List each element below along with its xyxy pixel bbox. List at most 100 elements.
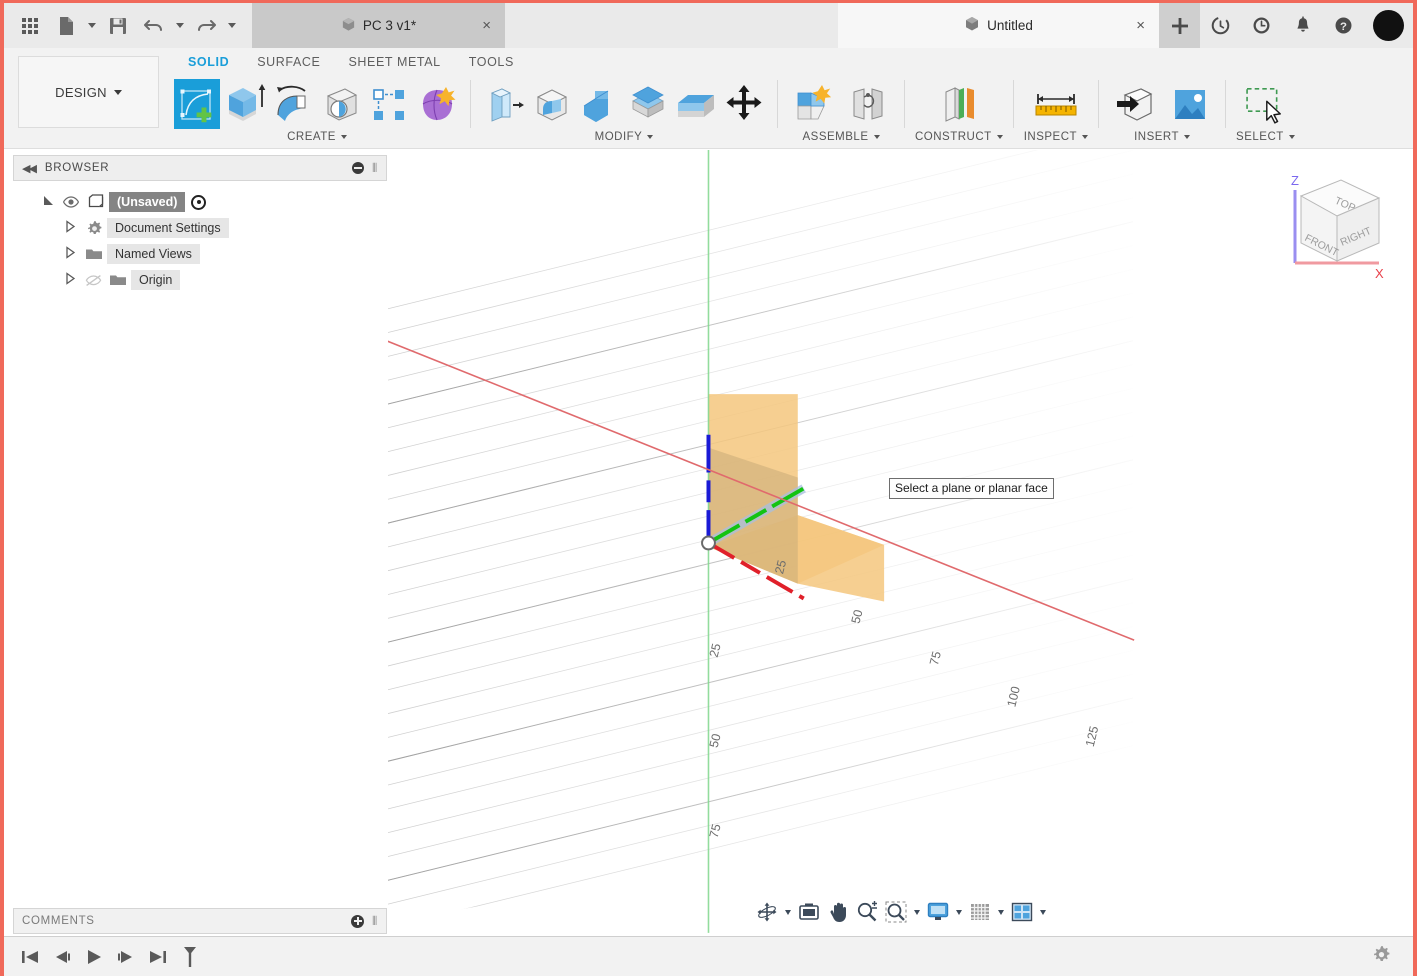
tree-node-label: Origin [131, 270, 181, 290]
window-selection-icon[interactable] [1239, 79, 1291, 129]
fit-icon[interactable] [882, 898, 910, 926]
tab-surface[interactable]: SURFACE [243, 51, 334, 73]
panel-grip[interactable]: ⦀ [372, 914, 378, 929]
fit-dropdown[interactable] [911, 898, 923, 926]
redo-icon[interactable] [188, 3, 224, 48]
pan-icon[interactable] [824, 898, 852, 926]
combine-icon[interactable] [625, 79, 671, 129]
viewcube-z-label: Z [1291, 173, 1299, 188]
fillet-icon[interactable] [529, 79, 575, 129]
activate-component-radio[interactable] [191, 194, 207, 210]
recent-activity-icon[interactable] [1241, 3, 1282, 48]
display-settings-icon[interactable] [924, 898, 952, 926]
tree-node-document-settings[interactable]: Document Settings [13, 215, 387, 241]
save-icon[interactable] [100, 3, 136, 48]
look-at-icon[interactable] [795, 898, 823, 926]
shell-icon[interactable] [577, 79, 623, 129]
panel-inspect: INSPECT [1020, 76, 1092, 148]
comments-header[interactable]: COMMENTS ⦀ [13, 908, 387, 934]
new-document-dropdown[interactable] [84, 3, 100, 48]
expander-triangle-icon[interactable] [59, 220, 81, 236]
close-icon[interactable]: × [1136, 17, 1145, 34]
tree-node-named-views[interactable]: Named Views [13, 241, 387, 267]
pattern-icon[interactable] [366, 79, 412, 129]
tree-node-origin[interactable]: Origin [13, 267, 387, 293]
step-forward-icon[interactable] [110, 940, 142, 974]
view-cube[interactable]: Z X TOP FRONT RIGHT [1271, 168, 1391, 283]
expander-triangle-icon[interactable] [37, 194, 59, 210]
tab-sheet-metal[interactable]: SHEET METAL [334, 51, 454, 73]
decal-icon[interactable] [1163, 79, 1215, 129]
fusion360-window: PC 3 v1* × Untitled × ? DESIGN SOLID SUR… [0, 0, 1417, 976]
close-icon[interactable]: × [482, 17, 491, 34]
tab-tools[interactable]: TOOLS [455, 51, 528, 73]
panel-insert: INSERT [1105, 76, 1219, 148]
job-status-icon[interactable] [1200, 3, 1241, 48]
browser-header: ◀◀ BROWSER ⦀ [13, 155, 387, 181]
new-tab-button[interactable] [1159, 3, 1200, 48]
create-sketch-icon[interactable] [174, 79, 220, 129]
workspace-selector[interactable]: DESIGN [18, 56, 159, 128]
insert-derive-icon[interactable] [1109, 79, 1161, 129]
tree-node-label: (Unsaved) [109, 192, 186, 212]
minimize-icon[interactable] [352, 162, 365, 174]
quick-access-toolbar [4, 3, 240, 48]
measure-icon[interactable] [1030, 79, 1082, 129]
panel-assemble-label[interactable]: ASSEMBLE [803, 131, 880, 143]
panel-modify-label[interactable]: MODIFY [595, 131, 654, 143]
redo-dropdown[interactable] [224, 3, 240, 48]
form-icon[interactable] [414, 79, 460, 129]
panel-grip[interactable]: ⦀ [372, 161, 378, 176]
panel-create-title: CREATE [287, 131, 336, 143]
offset-plane-icon[interactable] [933, 79, 985, 129]
timeline-settings-gear-icon[interactable] [1372, 945, 1391, 969]
add-comment-icon[interactable] [351, 914, 365, 928]
panel-inspect-label[interactable]: INSPECT [1024, 131, 1089, 143]
grid-apps-icon[interactable] [12, 3, 48, 48]
undo-icon[interactable] [136, 3, 172, 48]
help-icon[interactable]: ? [1323, 3, 1364, 48]
offset-face-icon[interactable] [673, 79, 719, 129]
panel-construct-title: CONSTRUCT [915, 131, 992, 143]
revolve-icon[interactable] [270, 79, 316, 129]
cube-icon [341, 17, 356, 35]
expander-triangle-icon[interactable] [59, 272, 81, 288]
panel-insert-label[interactable]: INSERT [1134, 131, 1191, 143]
undo-dropdown[interactable] [172, 3, 188, 48]
timeline-marker-icon[interactable] [174, 940, 206, 974]
move-copy-icon[interactable] [721, 79, 767, 129]
panel-construct-label[interactable]: CONSTRUCT [915, 131, 1003, 143]
step-back-icon[interactable] [46, 940, 78, 974]
go-to-beginning-icon[interactable] [14, 940, 46, 974]
orbit-icon[interactable] [753, 898, 781, 926]
viewport-canvas[interactable]: 25 50 75 100 125 25 50 75 Select a plane… [388, 150, 1413, 936]
orbit-dropdown[interactable] [782, 898, 794, 926]
sweep-icon[interactable] [318, 79, 364, 129]
new-component-icon[interactable] [788, 79, 840, 129]
panel-create-label[interactable]: CREATE [287, 131, 347, 143]
new-document-icon[interactable] [48, 3, 84, 48]
visibility-eye-icon[interactable] [59, 196, 83, 208]
tree-node-unsaved[interactable]: (Unsaved) [13, 189, 387, 215]
zoom-icon[interactable] [853, 898, 881, 926]
account-avatar[interactable] [1373, 10, 1404, 41]
notifications-bell-icon[interactable] [1282, 3, 1323, 48]
visibility-eye-off-icon[interactable] [81, 274, 105, 287]
panel-select-label[interactable]: SELECT [1236, 131, 1295, 143]
expander-triangle-icon[interactable] [59, 246, 81, 262]
press-pull-icon[interactable] [481, 79, 527, 129]
browser-title: BROWSER [44, 162, 110, 174]
display-settings-dropdown[interactable] [953, 898, 965, 926]
document-tab-pc3[interactable]: PC 3 v1* × [252, 3, 505, 48]
go-to-end-icon[interactable] [142, 940, 174, 974]
joint-icon[interactable] [842, 79, 894, 129]
extrude-icon[interactable] [222, 79, 268, 129]
grid-snaps-icon[interactable] [966, 898, 994, 926]
document-tab-untitled[interactable]: Untitled × [838, 3, 1159, 48]
viewports-dropdown[interactable] [1037, 898, 1049, 926]
play-icon[interactable] [78, 940, 110, 974]
grid-snaps-dropdown[interactable] [995, 898, 1007, 926]
collapse-left-icon[interactable]: ◀◀ [22, 162, 37, 175]
tab-solid[interactable]: SOLID [174, 51, 243, 73]
viewports-icon[interactable] [1008, 898, 1036, 926]
